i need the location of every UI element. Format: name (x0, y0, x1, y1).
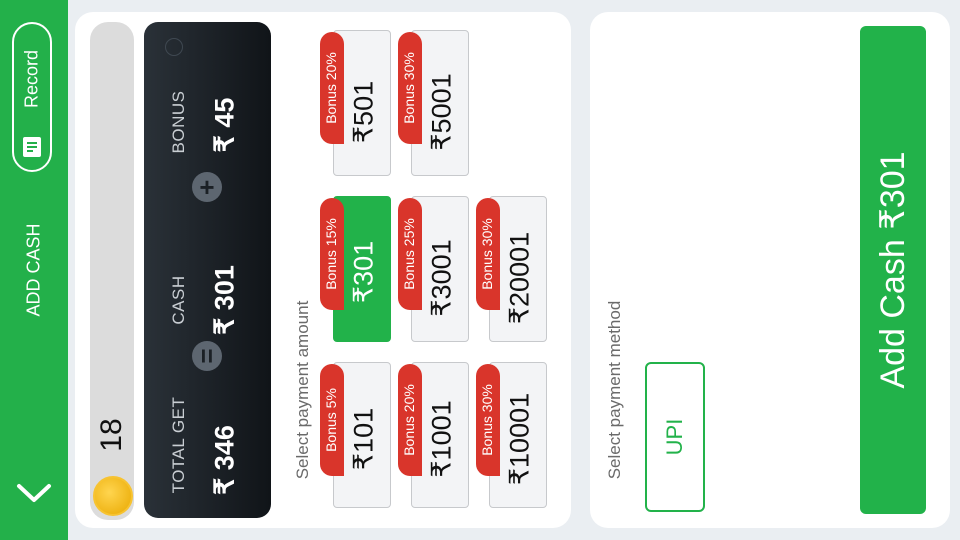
cash-value: ₹ 301 (209, 265, 240, 335)
bonus-label: BONUS (169, 90, 188, 154)
method-section-title: Select payment method (605, 300, 624, 480)
side-bar: Record ADD CASH (0, 0, 68, 540)
bonus-badge: Bonus 25% (398, 198, 422, 310)
upi-method-button[interactable]: UPI (645, 362, 705, 512)
record-label: Record (21, 50, 42, 109)
balance-value: 18 (95, 418, 128, 452)
bonus-badge: Bonus 20% (320, 32, 344, 144)
cash-label: CASH (169, 275, 188, 325)
bonus-badge: Bonus 30% (476, 198, 500, 310)
bonus-value: ₹ 45 (209, 97, 240, 153)
bonus-badge: Bonus 20% (398, 364, 422, 476)
bonus-badge: Bonus 15% (320, 198, 344, 310)
plus-symbol: + (192, 172, 222, 202)
record-doc-icon (23, 137, 41, 157)
bonus-badge: Bonus 30% (476, 364, 500, 476)
bonus-badge: Bonus 30% (398, 32, 422, 144)
chevron-down-icon[interactable] (15, 470, 53, 520)
record-button[interactable]: Record (12, 22, 52, 172)
info-icon[interactable] (165, 38, 183, 56)
amount-section-title: Select payment amount (293, 300, 312, 480)
bonus-badge: Bonus 5% (320, 364, 344, 476)
page-title: ADD CASH (23, 223, 44, 317)
coin-icon (93, 476, 133, 516)
total-value: ₹ 346 (209, 425, 240, 495)
total-label: TOTAL GET (169, 396, 188, 494)
add-cash-button[interactable]: Add Cash ₹301 (860, 26, 926, 514)
